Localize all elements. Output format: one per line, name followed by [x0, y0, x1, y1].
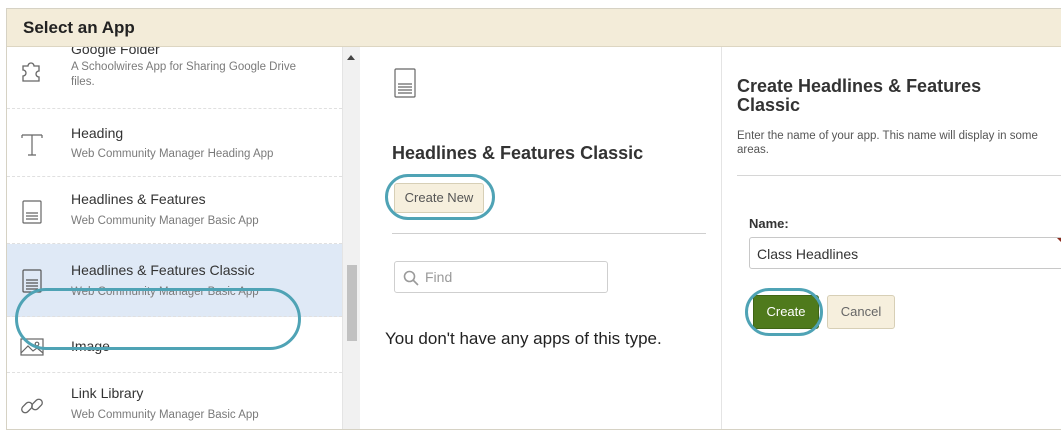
scroll-up-arrow-icon[interactable] — [347, 55, 355, 60]
create-panel-description: Enter the name of your app. This name wi… — [737, 130, 1038, 156]
app-name: Headlines & Features — [71, 191, 206, 207]
app-name: Image — [71, 338, 110, 354]
list-item-image[interactable]: Image — [7, 317, 342, 373]
cancel-button[interactable]: Cancel — [827, 295, 895, 329]
create-panel-title: Create Headlines & Features Classic — [737, 76, 982, 115]
create-new-button[interactable]: Create New — [394, 183, 484, 213]
dialog-title: Select an App — [23, 18, 135, 37]
document-lines-icon — [392, 67, 418, 101]
name-field[interactable] — [749, 237, 1061, 269]
divider — [392, 233, 706, 234]
app-description: Web Community Manager Heading App — [71, 148, 274, 160]
select-app-dialog: Select an App Google Folder A Schoolwire… — [6, 8, 1061, 430]
link-chain-icon — [19, 393, 45, 419]
heading-t-icon — [19, 131, 45, 157]
create-button[interactable]: Create — [753, 295, 819, 329]
required-corner-marker — [1057, 238, 1061, 254]
app-list: Google Folder A Schoolwires App for Shar… — [7, 47, 342, 429]
list-item-headlines-features[interactable]: Headlines & Features Web Community Manag… — [7, 177, 342, 244]
app-description: Web Community Manager Basic App — [71, 215, 259, 227]
app-name: Link Library — [71, 385, 144, 401]
app-type-title: Headlines & Features Classic — [392, 143, 644, 163]
divider — [737, 175, 1061, 176]
dialog-titlebar: Select an App — [7, 9, 1061, 47]
list-item-link-library[interactable]: Link Library Web Community Manager Basic… — [7, 373, 342, 429]
create-app-panel: Create Headlines & Features Classic Ente… — [723, 47, 1061, 429]
app-list-scrollbar[interactable] — [342, 47, 360, 429]
list-item-headlines-features-classic[interactable]: Headlines & Features Classic Web Communi… — [7, 244, 342, 317]
name-label: Name: — [749, 216, 789, 231]
list-item-heading[interactable]: Heading Web Community Manager Heading Ap… — [7, 109, 342, 177]
app-description: Web Community Manager Basic App — [71, 286, 259, 298]
app-name: Headlines & Features Classic — [71, 262, 255, 278]
list-item-google-folder[interactable]: Google Folder A Schoolwires App for Shar… — [7, 47, 342, 109]
image-icon — [19, 334, 45, 360]
document-lines-icon — [19, 268, 45, 294]
app-type-panel: Headlines & Features Classic Create New … — [360, 47, 722, 429]
empty-state-message: You don't have any apps of this type. — [385, 329, 662, 348]
find-field[interactable] — [394, 261, 608, 293]
app-name: Google Folder — [71, 47, 160, 57]
document-lines-icon — [19, 199, 45, 225]
app-description: A Schoolwires App for Sharing Google Dri… — [71, 61, 297, 88]
app-name: Heading — [71, 125, 124, 141]
puzzle-icon — [19, 57, 45, 83]
find-input[interactable] — [425, 267, 601, 287]
scrollbar-thumb[interactable] — [347, 265, 357, 341]
name-input[interactable] — [757, 244, 1037, 264]
app-description: Web Community Manager Basic App — [71, 409, 259, 421]
search-icon — [403, 270, 419, 286]
